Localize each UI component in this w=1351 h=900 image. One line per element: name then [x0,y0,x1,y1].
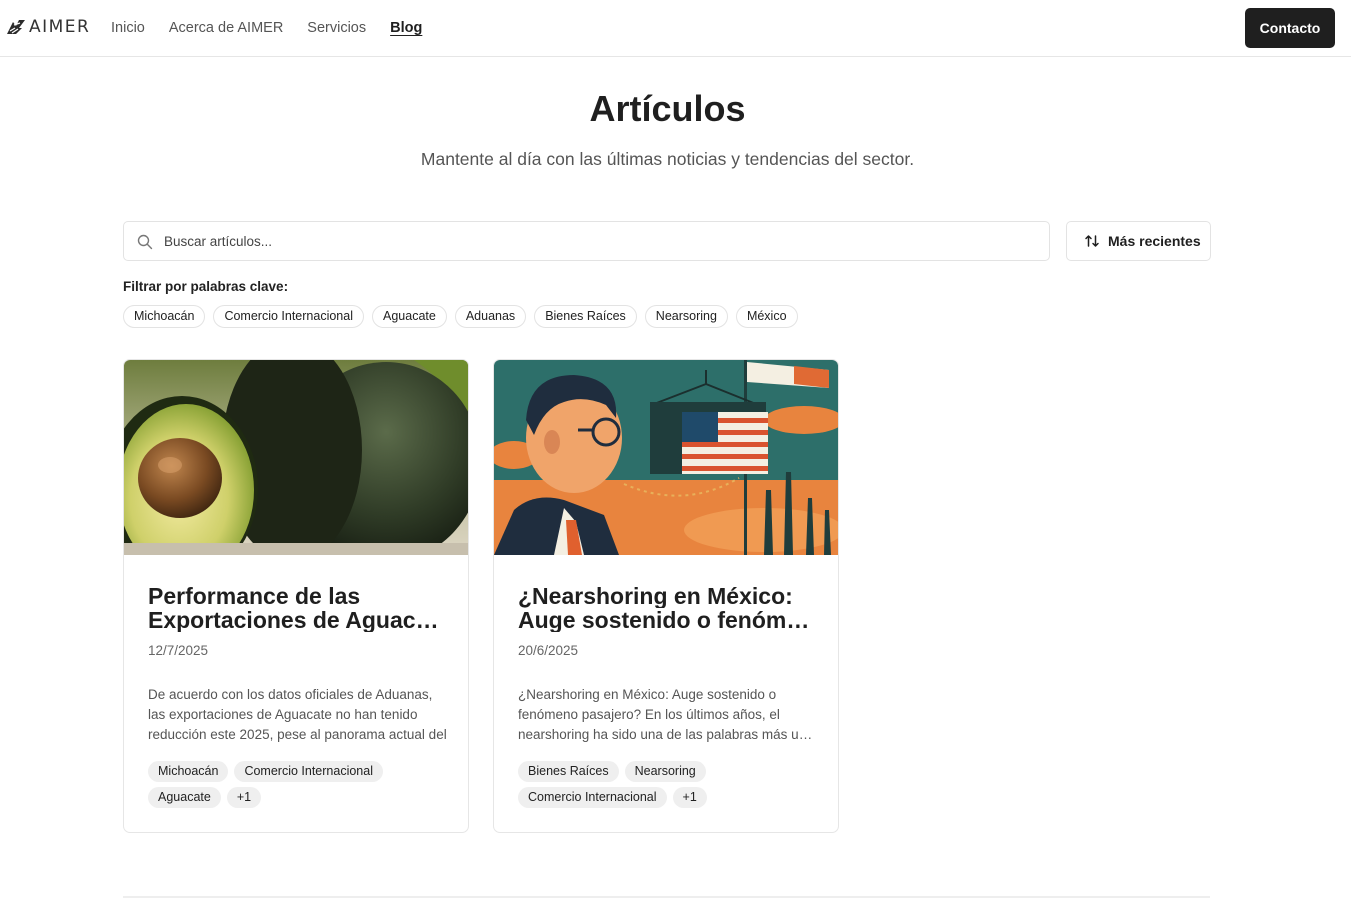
article-tag: Comercio Internacional [518,787,667,808]
article-tag-more: +1 [226,787,262,808]
article-excerpt: ¿Nearshoring en México: Auge sostenido o… [518,687,818,742]
article-date: 12/7/2025 [148,643,209,658]
search-box [123,221,1050,261]
section-divider [123,896,1210,898]
main-nav: Inicio Acerca de AIMER Servicios Blog [111,19,446,37]
nav-link-inicio[interactable]: Inicio [111,19,145,37]
search-icon [137,234,153,250]
page-title: Artículos [589,88,746,129]
filter-chip-aguacate[interactable]: Aguacate [372,305,447,328]
aimer-bird-logo-icon [7,20,25,34]
filter-chip-mexico[interactable]: México [735,305,798,328]
filter-chip-michoacan[interactable]: Michoacán [123,305,206,328]
filter-chip-nearsoring[interactable]: Nearsoring [644,305,728,328]
nav-link-blog[interactable]: Blog [390,19,422,37]
page-subtitle: Mantente al día con las últimas noticias… [420,149,915,169]
article-title[interactable]: ¿Nearshoring en México: Auge sostenido o… [518,584,818,632]
article-tag: Comercio Internacional [234,761,383,782]
nav-link-servicios[interactable]: Servicios [307,19,366,37]
sort-label: Más recientes [1108,233,1201,249]
article-tag-list: Michoacán Comercio Internacional Aguacat… [148,761,448,808]
article-image-nearshoring[interactable] [494,360,838,555]
article-tag-more: +1 [672,787,707,808]
nav-link-acerca[interactable]: Acerca de AIMER [169,19,283,37]
article-card[interactable]: ¿Nearshoring en México: Auge sostenido o… [493,359,839,833]
article-title[interactable]: Performance de las Exportaciones de Agua… [148,584,448,632]
contact-button[interactable]: Contacto [1245,8,1335,48]
article-card[interactable]: Performance de las Exportaciones de Agua… [123,359,469,833]
brand-logo[interactable]: AIMER [6,17,90,37]
article-tag: Bienes Raíces [518,761,619,782]
filter-chip-comercio-internacional[interactable]: Comercio Internacional [213,305,364,328]
filter-tag-list: Michoacán Comercio Internacional Aguacat… [123,305,798,328]
article-tag: Aguacate [148,787,221,808]
filter-chip-bienes-raices[interactable]: Bienes Raíces [534,305,637,328]
filter-chip-aduanas[interactable]: Aduanas [454,305,527,328]
article-tag: Michoacán [148,761,229,782]
search-input[interactable] [164,230,1034,252]
sort-arrows-icon [1085,235,1099,247]
article-image-avocado[interactable] [124,360,468,555]
article-tag: Nearsoring [624,761,706,782]
filter-label: Filtrar por palabras clave: [123,279,289,294]
article-date: 20/6/2025 [518,643,579,658]
brand-name: AIMER [29,17,91,37]
sort-button[interactable]: Más recientes [1066,221,1211,261]
article-excerpt: De acuerdo con los datos oficiales de Ad… [148,687,447,742]
top-navbar: AIMER Inicio Acerca de AIMER Servicios B… [0,0,1351,57]
article-tag-list: Bienes Raíces Nearsoring Comercio Intern… [518,761,818,808]
